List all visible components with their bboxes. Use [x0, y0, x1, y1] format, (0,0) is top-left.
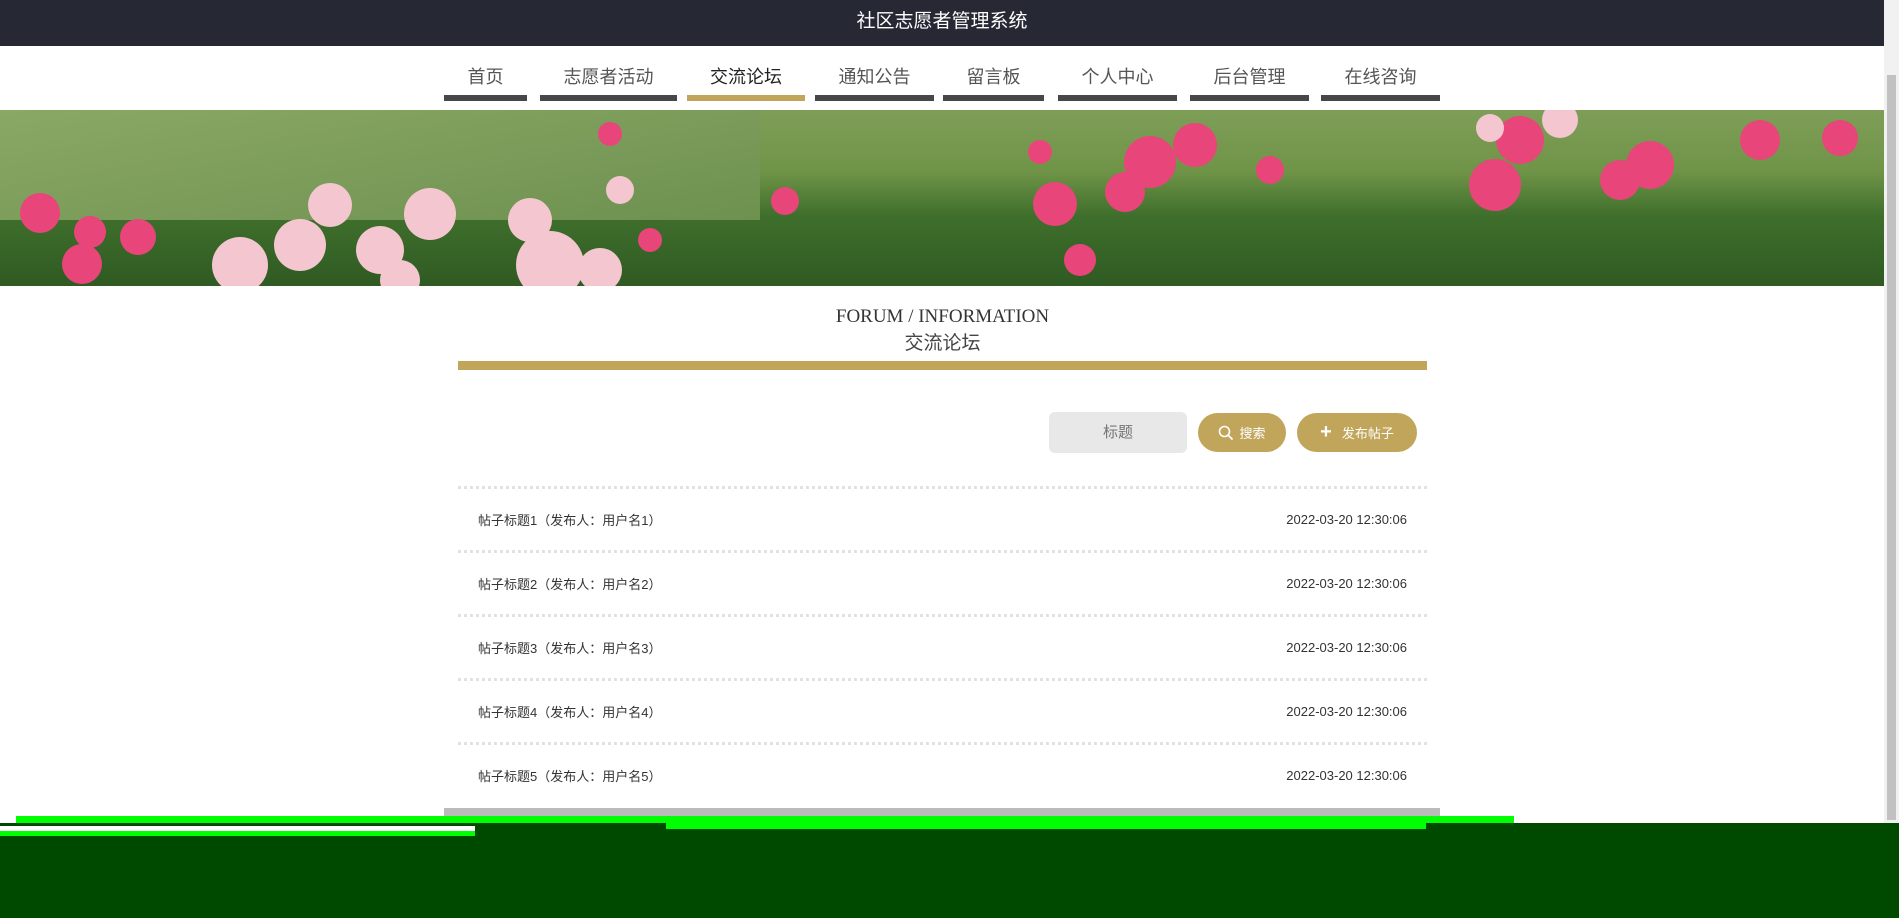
- banner-image: [0, 110, 1884, 286]
- plus-icon: +: [1320, 421, 1332, 443]
- nav-messages[interactable]: 留言板: [943, 46, 1044, 110]
- post-row[interactable]: 帖子标题3（发布人：用户名3） 2022-03-20 12:30:06: [458, 614, 1427, 678]
- peony-flowers: [20, 110, 1858, 286]
- nav-underline: [444, 95, 527, 101]
- search-icon: [1219, 425, 1234, 440]
- post-title[interactable]: 帖子标题4（发布人：用户名4）: [478, 702, 661, 721]
- nav-label: 志愿者活动: [563, 67, 654, 87]
- section-title-en: FORUM / INFORMATION: [835, 306, 1050, 327]
- nav-label: 后台管理: [1213, 67, 1286, 87]
- nav-consult[interactable]: 在线咨询: [1321, 46, 1440, 110]
- post-time: 2022-03-20 12:30:06: [1286, 640, 1407, 655]
- post-row[interactable]: 帖子标题4（发布人：用户名4） 2022-03-20 12:30:06: [458, 678, 1427, 742]
- nav-label: 交流论坛: [710, 67, 782, 87]
- nav-underline: [687, 95, 805, 101]
- scrollbar-thumb[interactable]: [1887, 75, 1896, 820]
- nav-profile[interactable]: 个人中心: [1058, 46, 1177, 110]
- search-button[interactable]: 搜索: [1198, 413, 1286, 452]
- main-nav: 首页 志愿者活动 交流论坛 通知公告 留言板 个人中心 后台管理 在线咨询: [0, 46, 1884, 110]
- nav-underline: [540, 95, 677, 101]
- post-time: 2022-03-20 12:30:06: [1286, 704, 1407, 719]
- nav-notices[interactable]: 通知公告: [815, 46, 934, 110]
- nav-label: 通知公告: [838, 67, 911, 87]
- render-artifact: [666, 823, 1426, 829]
- nav-home[interactable]: 首页: [444, 46, 527, 110]
- render-artifact: [1514, 812, 1884, 823]
- nav-underline: [1058, 95, 1177, 101]
- section-title-cn: 交流论坛: [904, 333, 981, 354]
- search-label: 搜索: [1239, 426, 1266, 441]
- nav-label: 个人中心: [1081, 67, 1154, 87]
- page-scrollbar[interactable]: [1884, 0, 1899, 823]
- nav-label: 留言板: [966, 67, 1021, 87]
- nav-label: 首页: [467, 67, 504, 87]
- nav-admin[interactable]: 后台管理: [1190, 46, 1309, 110]
- post-list: 帖子标题1（发布人：用户名1） 2022-03-20 12:30:06 帖子标题2…: [458, 486, 1427, 806]
- render-artifact: [16, 816, 1514, 823]
- post-time: 2022-03-20 12:30:06: [1286, 768, 1407, 783]
- post-row[interactable]: 帖子标题5（发布人：用户名5） 2022-03-20 12:30:06: [458, 742, 1427, 806]
- post-row[interactable]: 帖子标题2（发布人：用户名2） 2022-03-20 12:30:06: [458, 550, 1427, 614]
- publish-post-button[interactable]: + 发布帖子: [1297, 413, 1417, 452]
- render-artifact: [0, 823, 1899, 918]
- post-time: 2022-03-20 12:30:06: [1286, 512, 1407, 527]
- site-title: 社区志愿者管理系统: [0, 0, 1884, 46]
- section-divider: [458, 361, 1427, 370]
- nav-underline: [1190, 95, 1309, 101]
- nav-underline: [815, 95, 934, 101]
- nav-underline: [943, 95, 1044, 101]
- post-title[interactable]: 帖子标题2（发布人：用户名2）: [478, 574, 661, 593]
- publish-label: 发布帖子: [1341, 426, 1394, 441]
- list-bottom-bar: [444, 808, 1440, 816]
- post-title[interactable]: 帖子标题3（发布人：用户名3）: [478, 638, 661, 657]
- nav-activities[interactable]: 志愿者活动: [540, 46, 677, 110]
- nav-underline: [1321, 95, 1440, 101]
- post-time: 2022-03-20 12:30:06: [1286, 576, 1407, 591]
- nav-forum[interactable]: 交流论坛: [687, 46, 805, 110]
- render-artifact: [0, 826, 475, 836]
- post-title[interactable]: 帖子标题5（发布人：用户名5）: [478, 766, 661, 785]
- title-search-input[interactable]: [1049, 412, 1187, 453]
- nav-label: 在线咨询: [1344, 67, 1417, 87]
- post-row[interactable]: 帖子标题1（发布人：用户名1） 2022-03-20 12:30:06: [458, 486, 1427, 550]
- post-title[interactable]: 帖子标题1（发布人：用户名1）: [478, 510, 661, 529]
